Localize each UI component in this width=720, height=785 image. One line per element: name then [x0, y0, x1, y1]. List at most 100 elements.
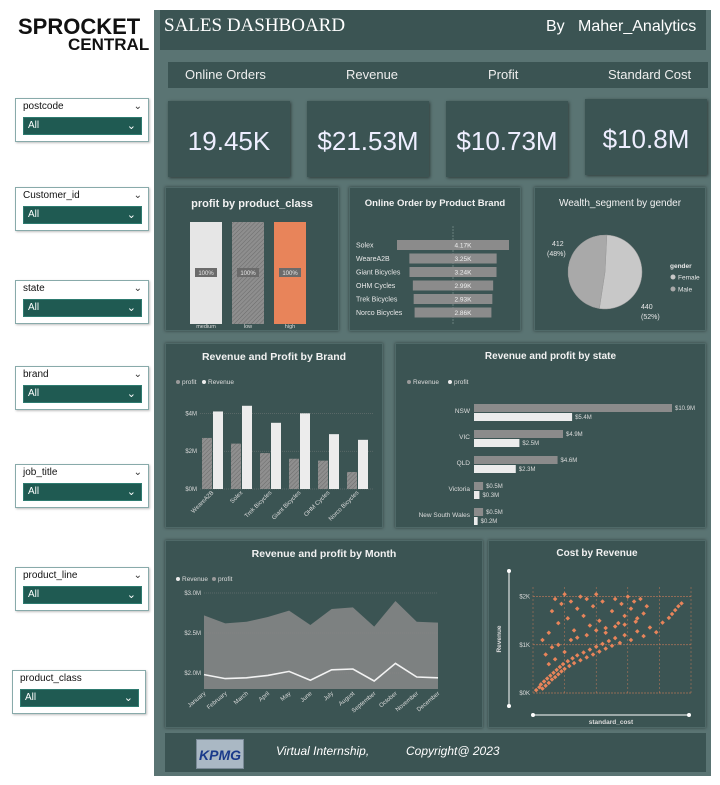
scatter-point [556, 642, 561, 648]
chart-svg: $0M $2M $4M profit Revenue WeareA2B Solex Trek … [176, 379, 374, 522]
scatter-point [581, 650, 586, 655]
slicer-job-title[interactable]: job_title ⌄ All ⌄ [15, 464, 149, 508]
scatter-point [622, 613, 627, 619]
scatter-point [574, 653, 580, 658]
y-tick-label: $2.5M [184, 631, 201, 637]
slicer-postcode[interactable]: postcode ⌄ All ⌄ [15, 98, 149, 142]
kpi-card-orders: 19.45K [168, 101, 290, 177]
chevron-down-icon[interactable]: ⌄ [134, 369, 142, 380]
chevron-down-icon[interactable]: ⌄ [134, 570, 142, 581]
data-label: 100% [240, 271, 256, 277]
scatter-point [600, 641, 605, 647]
chevron-down-icon[interactable]: ⌄ [134, 283, 142, 294]
scatter-point [540, 637, 545, 643]
scatter-point [548, 673, 553, 678]
slicer-dropdown[interactable]: All ⌄ [20, 689, 139, 707]
bar-revenue [242, 405, 252, 489]
scatter-point [562, 649, 567, 655]
legend-item: Revenue [182, 576, 208, 583]
data-label: $4.9M [566, 432, 583, 438]
chart-cost-by-revenue[interactable]: Cost by Revenue $0K $1K $2K Revenue standard… [488, 540, 706, 728]
slicer-dropdown[interactable]: All ⌄ [23, 206, 142, 224]
legend-marker [212, 577, 216, 581]
scatter-point [543, 652, 548, 657]
data-label: $2.3M [519, 467, 536, 473]
x-tick-label: high [285, 324, 295, 330]
x-tick-label: May [280, 691, 293, 703]
category-label: Giant Bicycles [356, 270, 401, 277]
scatter-point [679, 601, 684, 606]
data-label: $0.5M [486, 484, 503, 490]
legend-item: Male [678, 287, 692, 294]
dashboard-canvas: SALES DASHBOARD By Maher_Analytics Onlin… [154, 10, 711, 776]
chevron-down-icon[interactable]: ⌄ [127, 118, 136, 134]
bar-revenue [474, 456, 558, 464]
chevron-down-icon[interactable]: ⌄ [127, 587, 136, 603]
chevron-down-icon[interactable]: ⌄ [127, 207, 136, 223]
scatter-point [557, 664, 563, 670]
chart-rev-profit-by-month[interactable]: Revenue and profit by Month $2.0M $2.5M $3… [165, 540, 483, 728]
category-label: VIC [459, 434, 470, 441]
legend-item: profit [454, 379, 469, 386]
scatter-point [672, 607, 678, 613]
scatter-point [571, 660, 577, 666]
scatter-point [549, 677, 555, 682]
slider-handle [531, 713, 535, 717]
chevron-down-icon[interactable]: ⌄ [127, 300, 136, 316]
chart-orders-by-brand[interactable]: Online Order by Product Brand 4.17K Solex… [349, 187, 521, 331]
slicer-brand[interactable]: brand ⌄ All ⌄ [15, 366, 149, 410]
bar-revenue [474, 482, 484, 490]
scatter-point [590, 604, 596, 609]
scatter-point [584, 655, 589, 660]
slider-handle [687, 713, 691, 717]
slicer-product-line[interactable]: product_line ⌄ All ⌄ [15, 567, 149, 611]
slicer-label: Customer_id [23, 190, 80, 201]
chart-rev-profit-by-state[interactable]: Revenue and profit by state Revenue profi… [395, 343, 706, 528]
scatter-point [552, 596, 558, 602]
bar-profit [474, 517, 478, 525]
x-tick-label: August [338, 691, 356, 708]
scatter-point [609, 643, 615, 649]
scatter-point [578, 657, 583, 663]
y-tick-label: $4M [185, 411, 197, 417]
slicer-value: All [28, 388, 40, 399]
slicer-dropdown[interactable]: All ⌄ [23, 385, 142, 403]
chart-svg: 440 (52%) 412 (48%) gender Female Male [547, 234, 700, 321]
scatter-point [584, 632, 589, 638]
scatter-point [619, 601, 624, 607]
slicer-dropdown[interactable]: All ⌄ [23, 586, 142, 604]
data-label: $10.9M [675, 406, 695, 412]
x-axis-label: standard_cost [589, 719, 634, 726]
chevron-down-icon[interactable]: ⌄ [127, 386, 136, 402]
slicer-value: All [28, 302, 40, 313]
scatter-point [616, 620, 621, 626]
chart-profit-by-class[interactable]: profit by product_class 100% medium 100% lo… [165, 187, 339, 331]
slicer-dropdown[interactable]: All ⌄ [23, 483, 142, 501]
x-tick-label: Trek Bicycles [244, 490, 273, 519]
scatter-point [587, 623, 593, 628]
x-tick-label: April [258, 691, 271, 703]
slicer-customer-id[interactable]: Customer_id ⌄ All ⌄ [15, 187, 149, 231]
chart-rev-profit-by-brand[interactable]: Revenue and Profit by Brand $0M $2M $4M pro… [165, 343, 383, 528]
chevron-down-icon[interactable]: ⌄ [124, 690, 133, 706]
scatter-point [570, 656, 575, 661]
scatter-point [641, 611, 646, 616]
x-tick-label: Giant Bicycles [271, 490, 302, 521]
chevron-down-icon[interactable]: ⌄ [134, 190, 142, 201]
x-tick-label: Norco Bicycles [328, 490, 360, 522]
legend-item: Revenue [208, 379, 234, 386]
scatter-point [584, 596, 589, 602]
slicer-product-class[interactable]: product_class All ⌄ [12, 670, 146, 714]
legend-title: gender [670, 263, 692, 270]
chevron-down-icon[interactable]: ⌄ [134, 101, 142, 112]
chart-wealth-by-gender[interactable]: Wealth_segment by gender 440 (52%) 412 (48%… [534, 187, 706, 331]
slicer-state[interactable]: state ⌄ All ⌄ [15, 280, 149, 324]
legend-item: profit [182, 379, 197, 386]
scatter-point [567, 663, 572, 669]
chevron-down-icon[interactable]: ⌄ [134, 467, 142, 478]
chevron-down-icon[interactable]: ⌄ [127, 484, 136, 500]
slicer-dropdown[interactable]: All ⌄ [23, 299, 142, 317]
bar-profit [474, 439, 520, 447]
data-label: 3.25K [455, 256, 473, 263]
slicer-dropdown[interactable]: All ⌄ [23, 117, 142, 135]
